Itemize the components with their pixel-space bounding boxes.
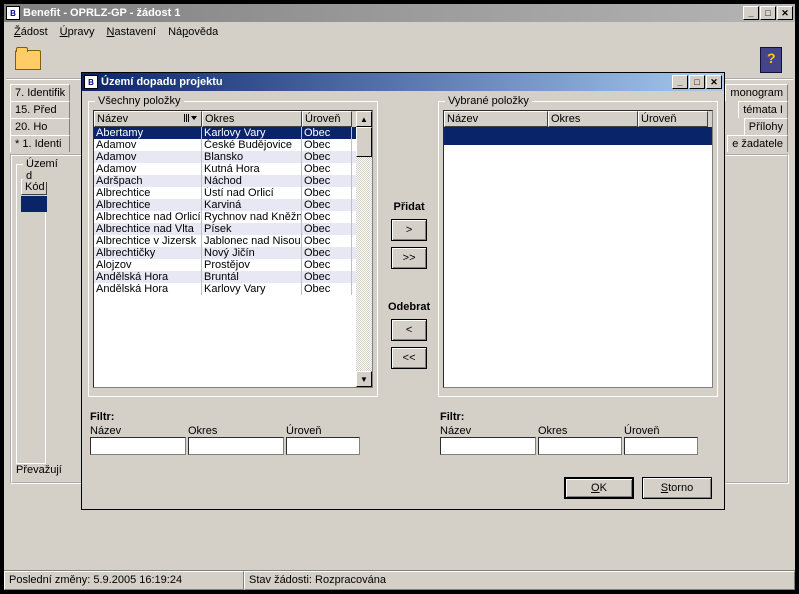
toolbar-open[interactable] xyxy=(10,44,46,76)
scroll-down[interactable]: ▼ xyxy=(356,371,372,387)
status-last-change: Poslední změny: 5.9.2005 16:19:24 xyxy=(4,571,244,590)
filter-name-input-r[interactable] xyxy=(440,437,536,455)
remove-all-button[interactable]: << xyxy=(391,347,427,369)
filter-district-label-l: Okres xyxy=(188,425,284,437)
all-grid-scrollbar[interactable]: ▲ ▼ xyxy=(356,111,372,387)
toolbar-help[interactable] xyxy=(753,44,789,76)
ok-button[interactable]: OK xyxy=(564,477,634,499)
add-one-button[interactable]: > xyxy=(391,219,427,241)
filter-level-label-l: Úroveň xyxy=(286,425,360,437)
all-items-grid: Název Okres Úroveň AbertamyKarlovy VaryO… xyxy=(93,110,373,388)
dialog-minimize[interactable]: _ xyxy=(672,75,688,89)
selected-items-fieldset: Vybrané položky Název Okres Úroveň xyxy=(438,101,718,397)
menu-napoveda[interactable]: Nápověda xyxy=(162,24,224,40)
app-icon: B xyxy=(6,6,20,20)
main-titlebar: B Benefit - OPRLZ-GP - žádost 1 _ □ ✕ xyxy=(4,4,795,22)
dialog-close[interactable]: ✕ xyxy=(706,75,722,89)
tab-prilohy[interactable]: Přílohy xyxy=(744,118,788,135)
table-row[interactable]: AbertamyKarlovy VaryObec xyxy=(94,127,356,139)
table-row[interactable]: AlbrechticeÚstí nad OrlicíObec xyxy=(94,187,356,199)
tab-7[interactable]: 7. Identifik xyxy=(10,84,70,101)
remove-one-button[interactable]: < xyxy=(391,319,427,341)
sel-grid-body[interactable] xyxy=(444,127,712,145)
all-items-legend: Všechny položky xyxy=(95,95,184,107)
filter-district-input-l[interactable] xyxy=(188,437,284,455)
table-row[interactable]: AlojzovProstějovObec xyxy=(94,259,356,271)
bottom-label: Převažují xyxy=(16,464,62,476)
col-level[interactable]: Úroveň xyxy=(302,111,352,127)
add-all-button[interactable]: >> xyxy=(391,247,427,269)
inner-fieldset: Území d Kód xyxy=(16,164,46,464)
filter-district-input-r[interactable] xyxy=(538,437,622,455)
filter-name-label-l: Název xyxy=(90,425,186,437)
menu-upravy[interactable]: Úpravy xyxy=(54,24,101,40)
table-row[interactable]: AlbrechticeKarvináObec xyxy=(94,199,356,211)
minimize-button[interactable]: _ xyxy=(743,6,759,20)
maximize-button[interactable]: □ xyxy=(760,6,776,20)
table-row[interactable]: Albrechtice nad VltaPísekObec xyxy=(94,223,356,235)
tab-1[interactable]: * 1. Identi xyxy=(10,135,70,152)
cancel-button[interactable]: Storno xyxy=(642,477,712,499)
filter-label-left: Filtr: xyxy=(90,411,360,423)
statusbar: Poslední změny: 5.9.2005 16:19:24 Stav ž… xyxy=(4,570,795,590)
table-row[interactable]: AdamovBlanskoObec xyxy=(94,151,356,163)
all-items-fieldset: Všechny položky Název Okres Úroveň Abert… xyxy=(88,101,378,397)
selected-items-legend: Vybrané položky xyxy=(445,95,532,107)
filter-level-label-r: Úroveň xyxy=(624,425,698,437)
table-row[interactable]: Andělská HoraKarlovy VaryObec xyxy=(94,283,356,295)
table-row[interactable]: AdršpachNáchodObec xyxy=(94,175,356,187)
filter-level-input-r[interactable] xyxy=(624,437,698,455)
sel-col-name[interactable]: Název xyxy=(444,111,548,127)
tab-monogram[interactable]: monogram xyxy=(725,84,788,101)
selected-items-grid: Název Okres Úroveň xyxy=(443,110,713,388)
sel-col-district[interactable]: Okres xyxy=(548,111,638,127)
dialog-maximize[interactable]: □ xyxy=(689,75,705,89)
table-row[interactable]: AdamovČeské BudějoviceObec xyxy=(94,139,356,151)
close-button[interactable]: ✕ xyxy=(777,6,793,20)
menu-nastaveni[interactable]: Nastavení xyxy=(101,24,163,40)
inner-legend: Území d xyxy=(23,158,61,182)
all-grid-header: Název Okres Úroveň xyxy=(94,111,356,127)
table-row[interactable]: AlbrechtičkyNový JičínObec xyxy=(94,247,356,259)
dialog-titlebar: B Území dopadu projektu _ □ ✕ xyxy=(82,73,724,91)
tab-20[interactable]: 20. Ho xyxy=(10,118,70,135)
dialog-icon: B xyxy=(84,75,98,89)
table-row[interactable]: Albrechtice v JizerskJablonec nad NisouO… xyxy=(94,235,356,247)
dialog-window: B Území dopadu projektu _ □ ✕ Všechny po… xyxy=(81,72,725,510)
tab-zadatele[interactable]: e žadatele xyxy=(727,135,788,152)
filter-name-input-l[interactable] xyxy=(90,437,186,455)
menubar: Žádost Úpravy Nastavení Nápověda xyxy=(4,22,795,42)
tab-temata[interactable]: témata I xyxy=(738,101,788,118)
remove-label: Odebrat xyxy=(388,301,430,313)
status-state: Stav žádosti: Rozpracována xyxy=(244,571,795,590)
dialog-title: Území dopadu projektu xyxy=(101,76,672,88)
table-row[interactable]: Albrechtice nad OrlicíRychnov nad KněžnO… xyxy=(94,211,356,223)
col-name[interactable]: Název xyxy=(94,111,202,127)
table-row[interactable]: Andělská HoraBruntálObec xyxy=(94,271,356,283)
filter-name-label-r: Název xyxy=(440,425,536,437)
add-label: Přidat xyxy=(394,201,425,213)
menu-zadost[interactable]: Žádost xyxy=(8,24,54,40)
col-district[interactable]: Okres xyxy=(202,111,302,127)
all-grid-body[interactable]: AbertamyKarlovy VaryObecAdamovČeské Budě… xyxy=(94,127,356,385)
sel-grid-header: Název Okres Úroveň xyxy=(444,111,712,127)
filter-level-input-l[interactable] xyxy=(286,437,360,455)
sel-col-level[interactable]: Úroveň xyxy=(638,111,708,127)
table-row[interactable]: AdamovKutná HoraObec xyxy=(94,163,356,175)
filter-district-label-r: Okres xyxy=(538,425,622,437)
main-title: Benefit - OPRLZ-GP - žádost 1 xyxy=(23,7,743,19)
filter-label-right: Filtr: xyxy=(440,411,698,423)
scroll-up[interactable]: ▲ xyxy=(356,111,372,127)
tab-15[interactable]: 15. Před xyxy=(10,101,70,118)
